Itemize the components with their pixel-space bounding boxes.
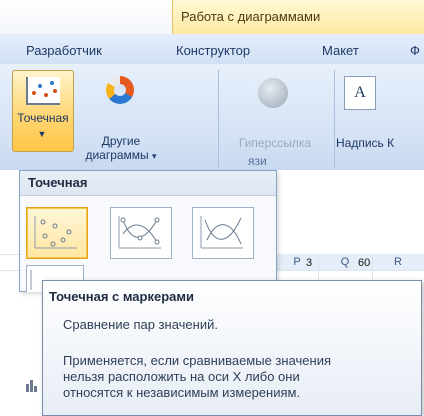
other-charts-button[interactable]: Другие диаграммы ▾ — [82, 76, 157, 162]
scatter-button-label: Точечная — [17, 111, 69, 125]
grid-line — [0, 270, 20, 271]
column-header-p[interactable]: P — [276, 254, 319, 271]
cell-value[interactable]: 3 — [306, 257, 312, 269]
text-box-icon: A — [344, 76, 376, 110]
ribbon-tab-row: Разработчик Конструктор Макет Ф — [0, 34, 424, 65]
scatter-smooth-lines-icon — [200, 216, 243, 249]
scatter-dot — [32, 91, 36, 95]
contextual-tab-label: Работа с диаграммами — [181, 9, 321, 24]
scatter-chart-icon — [26, 77, 60, 105]
scatter-dot — [50, 81, 54, 85]
group-separator — [334, 70, 335, 168]
grid-line — [0, 254, 20, 255]
scatter-dot — [44, 93, 48, 97]
tab-design[interactable]: Конструктор — [176, 43, 250, 58]
tooltip: Точечная с маркерами Сравнение пар значе… — [42, 280, 422, 416]
scatter-smooth-lines-markers-option[interactable] — [110, 207, 172, 259]
scatter-smooth-lines-option[interactable] — [192, 207, 254, 259]
scatter-with-markers-option[interactable] — [26, 207, 88, 259]
tooltip-title: Точечная с маркерами — [49, 289, 194, 304]
scatter-dot — [53, 89, 57, 93]
tab-layout[interactable]: Макет — [322, 43, 359, 58]
group-separator — [218, 70, 219, 168]
hyperlink-button[interactable]: Гиперссылка — [230, 76, 320, 156]
cell-value[interactable]: 60 — [358, 257, 370, 269]
other-charts-label-line1: Другие — [101, 134, 141, 148]
tab-format[interactable]: Ф — [410, 43, 420, 58]
scatter-chart-button[interactable]: Точечная ▼ — [12, 70, 74, 152]
hyperlink-globe-icon — [258, 78, 288, 108]
other-charts-label-text: диаграммы — [85, 148, 149, 162]
next-button-truncated[interactable]: К — [387, 136, 394, 150]
text-box-label-text: Надпись — [336, 136, 384, 150]
dropdown-arrow-icon: ▾ — [152, 151, 157, 161]
scatter-gallery-dropdown: Точечная — [19, 170, 277, 292]
scatter-markers-icon — [34, 216, 77, 249]
scatter-smooth-markers-icon — [118, 216, 161, 249]
tooltip-body: Применяется, если сравниваемые значения … — [63, 353, 331, 400]
tooltip-description: Сравнение пар значений. — [63, 317, 218, 332]
hyperlink-label: Гиперссылка — [238, 136, 312, 150]
group-label-text: язи — [248, 154, 267, 168]
tab-developer[interactable]: Разработчик — [26, 43, 102, 58]
contextual-tab-header: Работа с диаграммами — [172, 0, 424, 34]
text-box-label: Надпись К — [336, 136, 424, 150]
donut-chart-icon — [106, 76, 134, 104]
other-charts-label-line2: диаграммы ▾ — [82, 148, 160, 163]
gallery-title: Точечная — [20, 171, 276, 196]
scatter-dot — [38, 84, 42, 88]
text-box-button[interactable]: A Надпись К — [336, 76, 424, 156]
bar-chart-icon — [26, 378, 38, 392]
grid-line — [276, 270, 424, 271]
dropdown-arrow-icon: ▼ — [37, 129, 47, 139]
column-header-r[interactable]: R — [372, 254, 424, 271]
